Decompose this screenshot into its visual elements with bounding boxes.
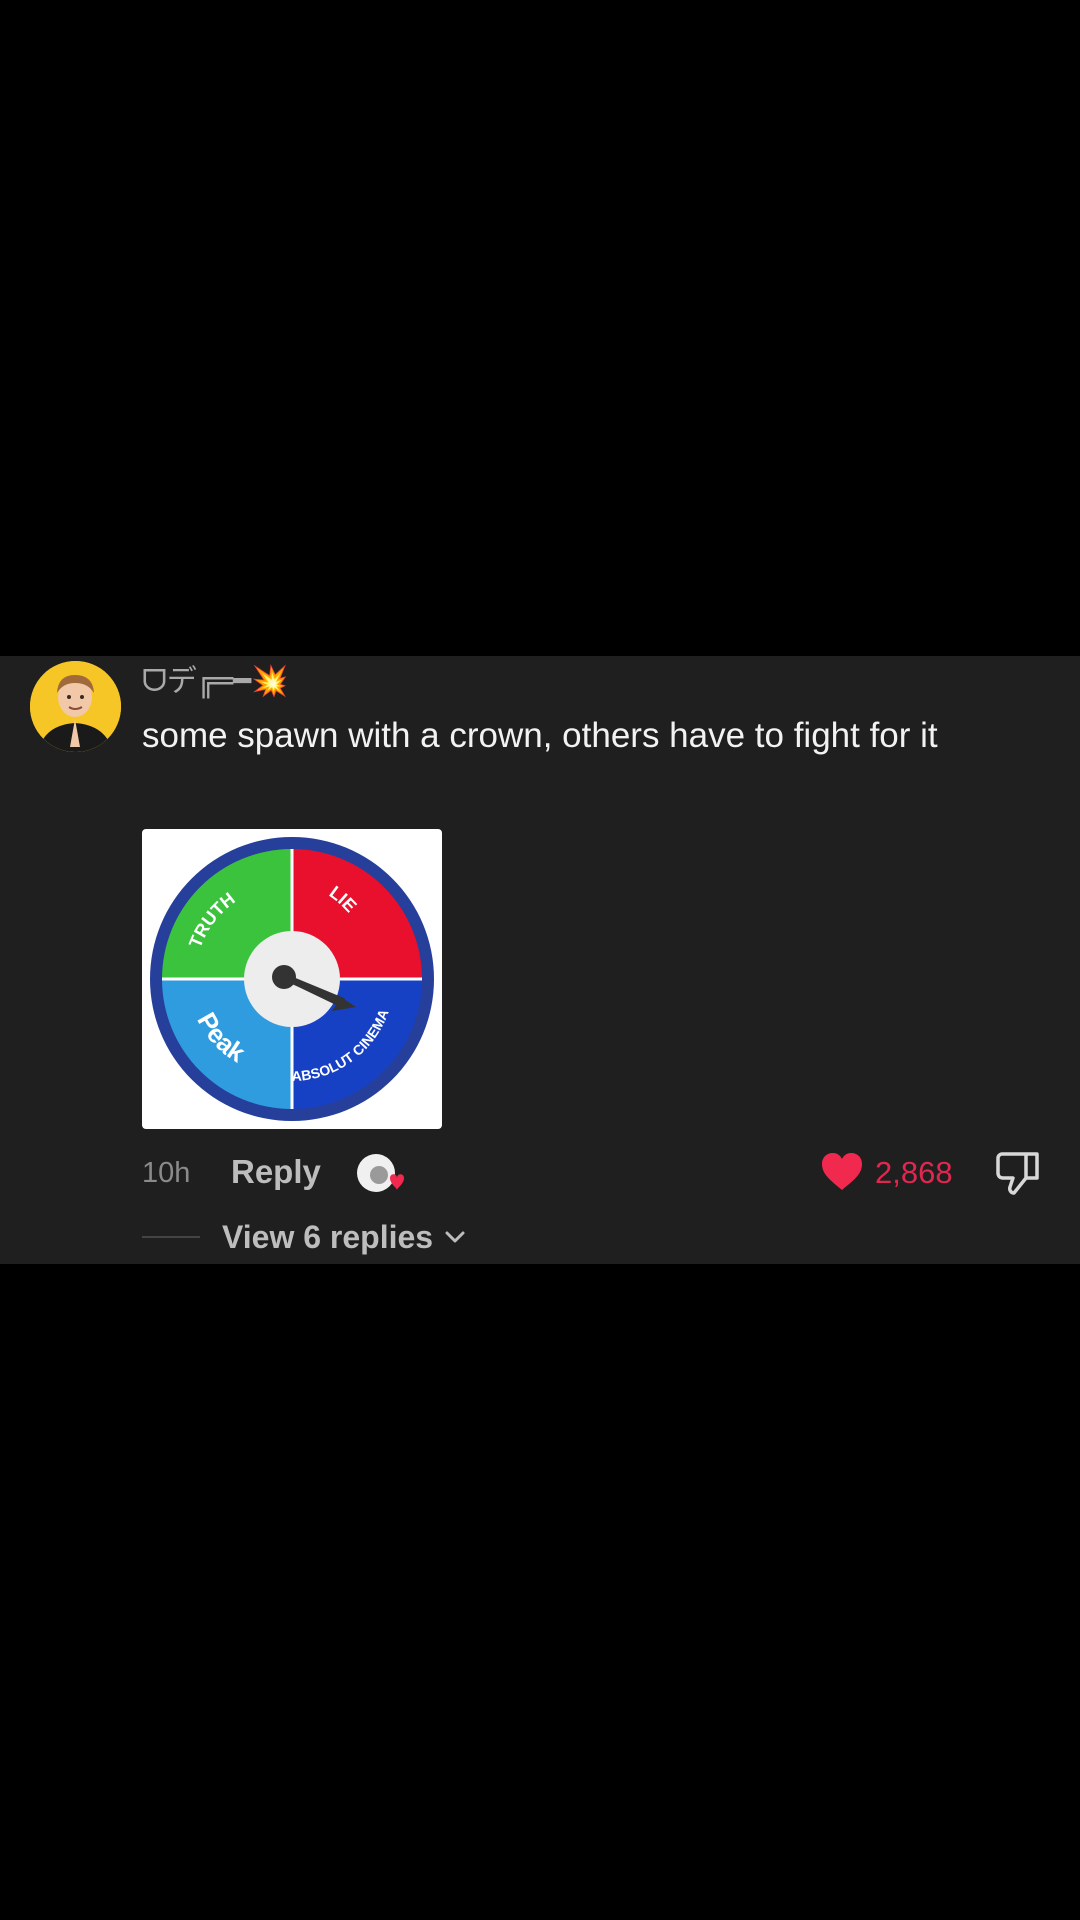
chevron-down-icon[interactable] — [445, 1230, 465, 1244]
collision-emoji: 💥 — [251, 664, 289, 699]
avatar[interactable] — [30, 661, 121, 752]
username-text: ᗜデ╔═━ — [142, 664, 252, 699]
reply-button[interactable]: Reply — [231, 1152, 321, 1192]
creator-liked-icon — [357, 1154, 404, 1192]
replies-divider — [142, 1236, 200, 1238]
view-replies-button[interactable]: View 6 replies — [222, 1217, 433, 1257]
avatar-image — [30, 661, 121, 752]
comment-timestamp: 10h — [142, 1157, 191, 1189]
comment-text: some spawn with a crown, others have to … — [142, 716, 938, 755]
username[interactable]: ᗜデ╔═━💥 — [142, 662, 288, 702]
heart-icon[interactable] — [820, 1152, 864, 1192]
comment-image[interactable]: TRUTH LIE Peak ABSOLUT CINEMA — [142, 829, 442, 1129]
like-count: 2,868 — [875, 1155, 953, 1190]
thumbs-down-icon[interactable] — [994, 1150, 1042, 1196]
spinner-wheel-image: TRUTH LIE Peak ABSOLUT CINEMA — [150, 837, 434, 1121]
